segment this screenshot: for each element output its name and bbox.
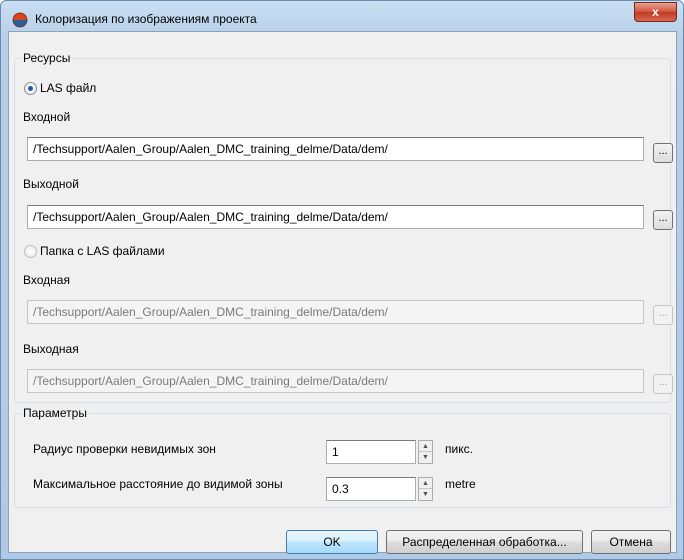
folder-output-label: Выходная: [23, 342, 79, 356]
ok-button[interactable]: OK: [286, 530, 378, 554]
las-folder-radio-label[interactable]: Папка с LAS файлами: [40, 244, 165, 258]
cancel-button[interactable]: Отмена: [591, 530, 671, 554]
params-group-title: Параметры: [21, 406, 89, 420]
spin-up-icon[interactable]: ▲: [419, 441, 432, 452]
radius-unit: пикс.: [445, 442, 473, 456]
app-icon: [12, 12, 28, 28]
folder-input-browse-button[interactable]: ...: [653, 305, 673, 325]
distance-unit: metre: [445, 477, 476, 491]
output-file-field[interactable]: /Techsupport/Aalen_Group/Aalen_DMC_train…: [27, 205, 644, 229]
distance-spinner[interactable]: ▲ ▼: [418, 477, 433, 501]
resources-group: Ресурсы: [14, 51, 671, 403]
output-file-browse-button[interactable]: ...: [653, 210, 673, 230]
folder-output-field[interactable]: /Techsupport/Aalen_Group/Aalen_DMC_train…: [27, 369, 644, 393]
distance-label: Максимальное расстояние до видимой зоны: [33, 477, 283, 491]
folder-input-field[interactable]: /Techsupport/Aalen_Group/Aalen_DMC_train…: [27, 300, 644, 324]
output-file-label: Выходной: [23, 177, 79, 191]
input-file-label: Входной: [23, 110, 71, 124]
folder-input-label: Входная: [23, 273, 70, 287]
las-folder-radio[interactable]: [24, 245, 37, 258]
window-title: Колоризация по изображениям проекта: [35, 12, 257, 26]
las-file-radio-label[interactable]: LAS файл: [40, 81, 96, 95]
close-button[interactable]: x: [634, 2, 677, 22]
dialog-body: Ресурсы LAS файл Входной /Techsupport/Aa…: [8, 31, 677, 554]
spin-down-icon[interactable]: ▼: [419, 452, 432, 463]
dialog-window: Колоризация по изображениям проекта x Ре…: [0, 0, 684, 560]
input-file-browse-button[interactable]: ...: [653, 143, 673, 163]
input-file-field[interactable]: /Techsupport/Aalen_Group/Aalen_DMC_train…: [27, 137, 644, 161]
distance-input[interactable]: 0.3: [326, 477, 416, 501]
spin-down-icon[interactable]: ▼: [419, 489, 432, 500]
radius-label: Радиус проверки невидимых зон: [33, 442, 216, 456]
folder-output-browse-button[interactable]: ...: [653, 374, 673, 394]
radius-input[interactable]: 1: [326, 440, 416, 464]
radius-spinner[interactable]: ▲ ▼: [418, 440, 433, 464]
distributed-processing-button[interactable]: Распределенная обработка...: [386, 530, 583, 554]
las-file-radio[interactable]: [24, 82, 37, 95]
resources-group-title: Ресурсы: [21, 51, 73, 65]
spin-up-icon[interactable]: ▲: [419, 478, 432, 489]
title-bar[interactable]: Колоризация по изображениям проекта x: [1, 1, 683, 35]
